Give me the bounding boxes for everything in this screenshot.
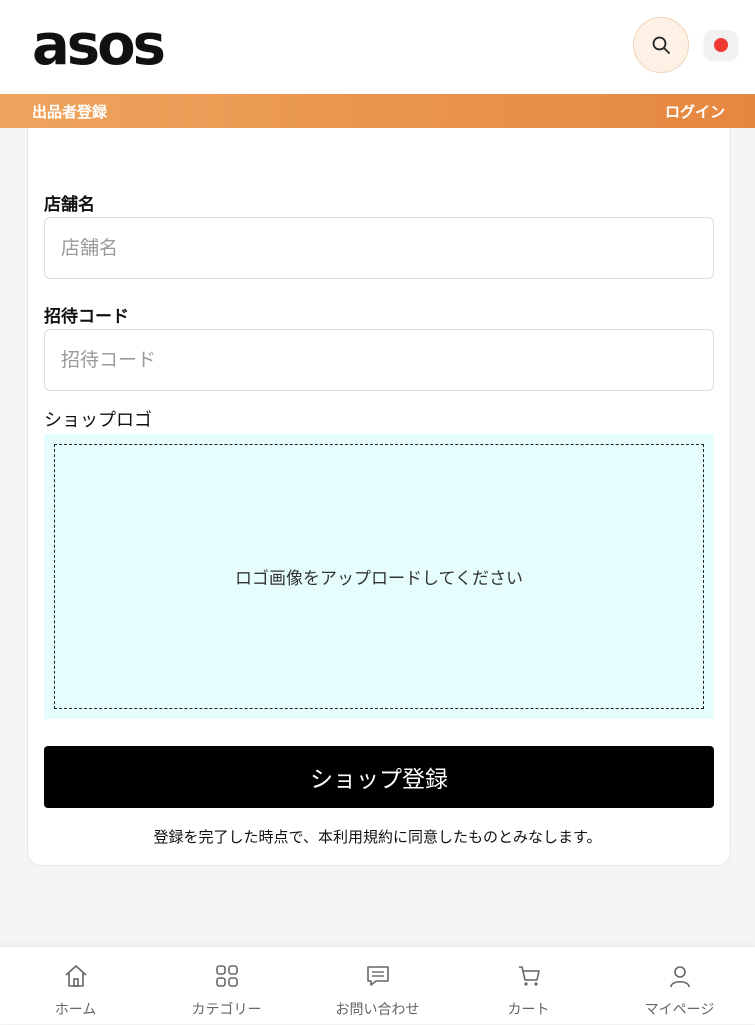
terms-notice: 登録を完了した時点で、本利用規約に同意したものとみなします。 bbox=[153, 828, 602, 846]
logo-upload-dropzone[interactable]: ロゴ画像をアップロードしてください bbox=[54, 444, 704, 709]
home-icon bbox=[64, 965, 87, 987]
shop-register-button[interactable]: ショップ登録 bbox=[44, 746, 714, 808]
shop-name-input[interactable] bbox=[44, 217, 714, 279]
svg-text:asos: asos bbox=[32, 20, 164, 72]
nav-category[interactable]: カテゴリー bbox=[151, 947, 302, 1025]
seller-bar: 出品者登録 ログイン bbox=[0, 94, 755, 128]
nav-mypage-label: マイページ bbox=[644, 1002, 715, 1018]
nav-cart[interactable]: カート bbox=[453, 947, 604, 1025]
user-icon bbox=[669, 966, 690, 988]
nav-contact[interactable]: お問い合わせ bbox=[302, 947, 453, 1025]
header: asos bbox=[0, 0, 755, 94]
grid-icon bbox=[215, 965, 238, 987]
invite-code-label: 招待コード bbox=[44, 307, 129, 327]
shop-name-label: 店舗名 bbox=[44, 195, 95, 215]
login-link[interactable]: ログイン bbox=[665, 101, 725, 122]
search-button[interactable] bbox=[633, 17, 689, 73]
nav-home-label: ホーム bbox=[54, 1002, 97, 1018]
search-icon bbox=[652, 36, 670, 54]
shop-logo-label: ショップロゴ bbox=[44, 410, 152, 431]
nav-home[interactable]: ホーム bbox=[0, 947, 151, 1025]
upload-instruction: ロゴ画像をアップロードしてください bbox=[235, 569, 523, 589]
logo-upload-area[interactable]: ロゴ画像をアップロードしてください bbox=[44, 434, 714, 719]
nav-contact-label: お問い合わせ bbox=[335, 1002, 420, 1018]
nav-cart-label: カート bbox=[507, 1002, 550, 1018]
cart-icon bbox=[518, 966, 540, 986]
bottom-nav: ホーム カテゴリー お問い合わせ カート マイページ bbox=[0, 946, 755, 1024]
message-icon bbox=[366, 966, 389, 986]
japan-flag-icon bbox=[714, 38, 728, 52]
seller-registration-title: 出品者登録 bbox=[32, 103, 108, 121]
nav-mypage[interactable]: マイページ bbox=[604, 947, 755, 1025]
invite-code-input[interactable] bbox=[44, 329, 714, 391]
language-button[interactable] bbox=[704, 30, 738, 60]
nav-category-label: カテゴリー bbox=[191, 1002, 262, 1018]
asos-logo[interactable]: asos bbox=[32, 20, 222, 72]
